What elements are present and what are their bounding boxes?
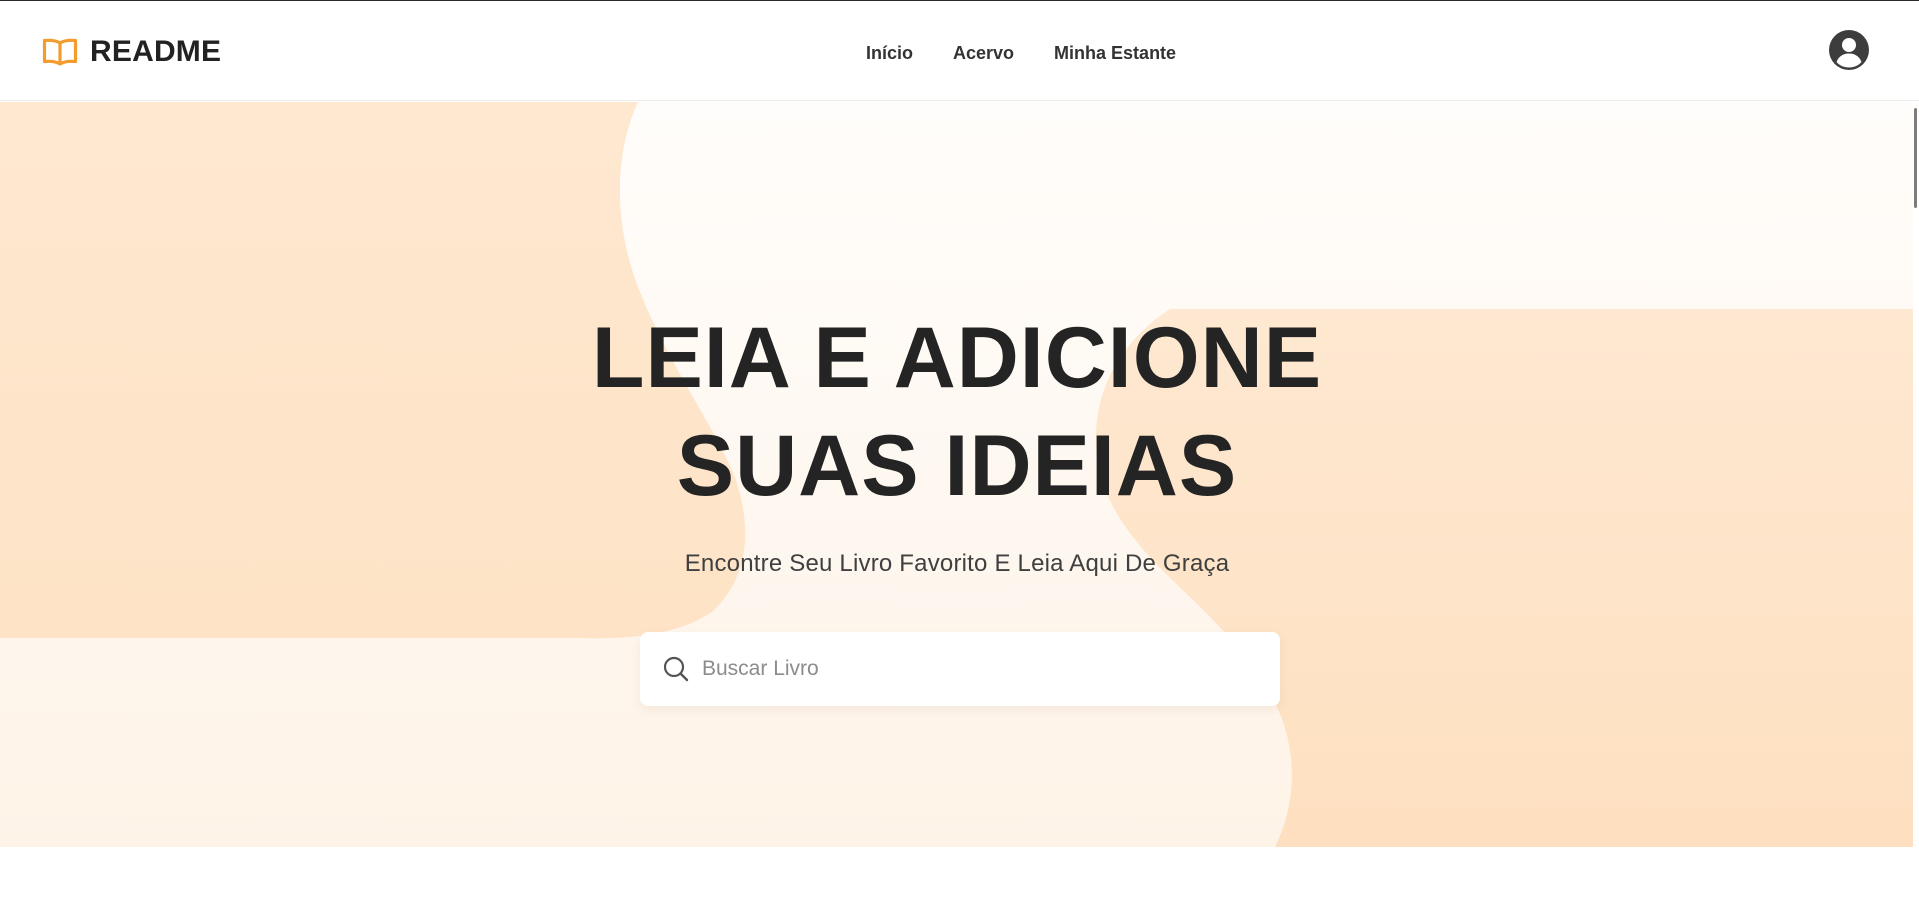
open-book-icon [42, 37, 78, 67]
search-input[interactable] [702, 649, 1262, 689]
brand-logo[interactable]: README [42, 34, 221, 70]
hero-title: LEIA E ADICIONE SUAS IDEIAS [457, 304, 1457, 520]
nav-link-acervo[interactable]: Acervo [953, 43, 1014, 64]
nav-link-inicio[interactable]: Início [866, 43, 913, 64]
user-circle-icon [1829, 30, 1869, 70]
nav-link-minha-estante[interactable]: Minha Estante [1054, 43, 1176, 64]
user-profile-button[interactable] [1828, 29, 1870, 71]
hero-section: LEIA E ADICIONE SUAS IDEIAS Encontre Seu… [0, 102, 1914, 847]
top-header: README Início Acervo Minha Estante [0, 1, 1919, 101]
hero-subtitle: Encontre Seu Livro Favorito E Leia Aqui … [684, 550, 1230, 577]
page: README Início Acervo Minha Estante LEIA … [0, 0, 1919, 908]
hero-title-line-1: LEIA E ADICIONE [591, 310, 1323, 406]
search-box[interactable] [640, 632, 1280, 706]
hero-content: LEIA E ADICIONE SUAS IDEIAS Encontre Seu… [0, 102, 1914, 847]
scrollbar-track[interactable] [1913, 102, 1919, 908]
brand-name: README [90, 35, 222, 68]
main-nav: Início Acervo Minha Estante [866, 41, 1176, 65]
hero-title-line-2: SUAS IDEIAS [676, 418, 1238, 514]
search-icon [662, 655, 690, 683]
scrollbar-thumb[interactable] [1914, 108, 1917, 208]
